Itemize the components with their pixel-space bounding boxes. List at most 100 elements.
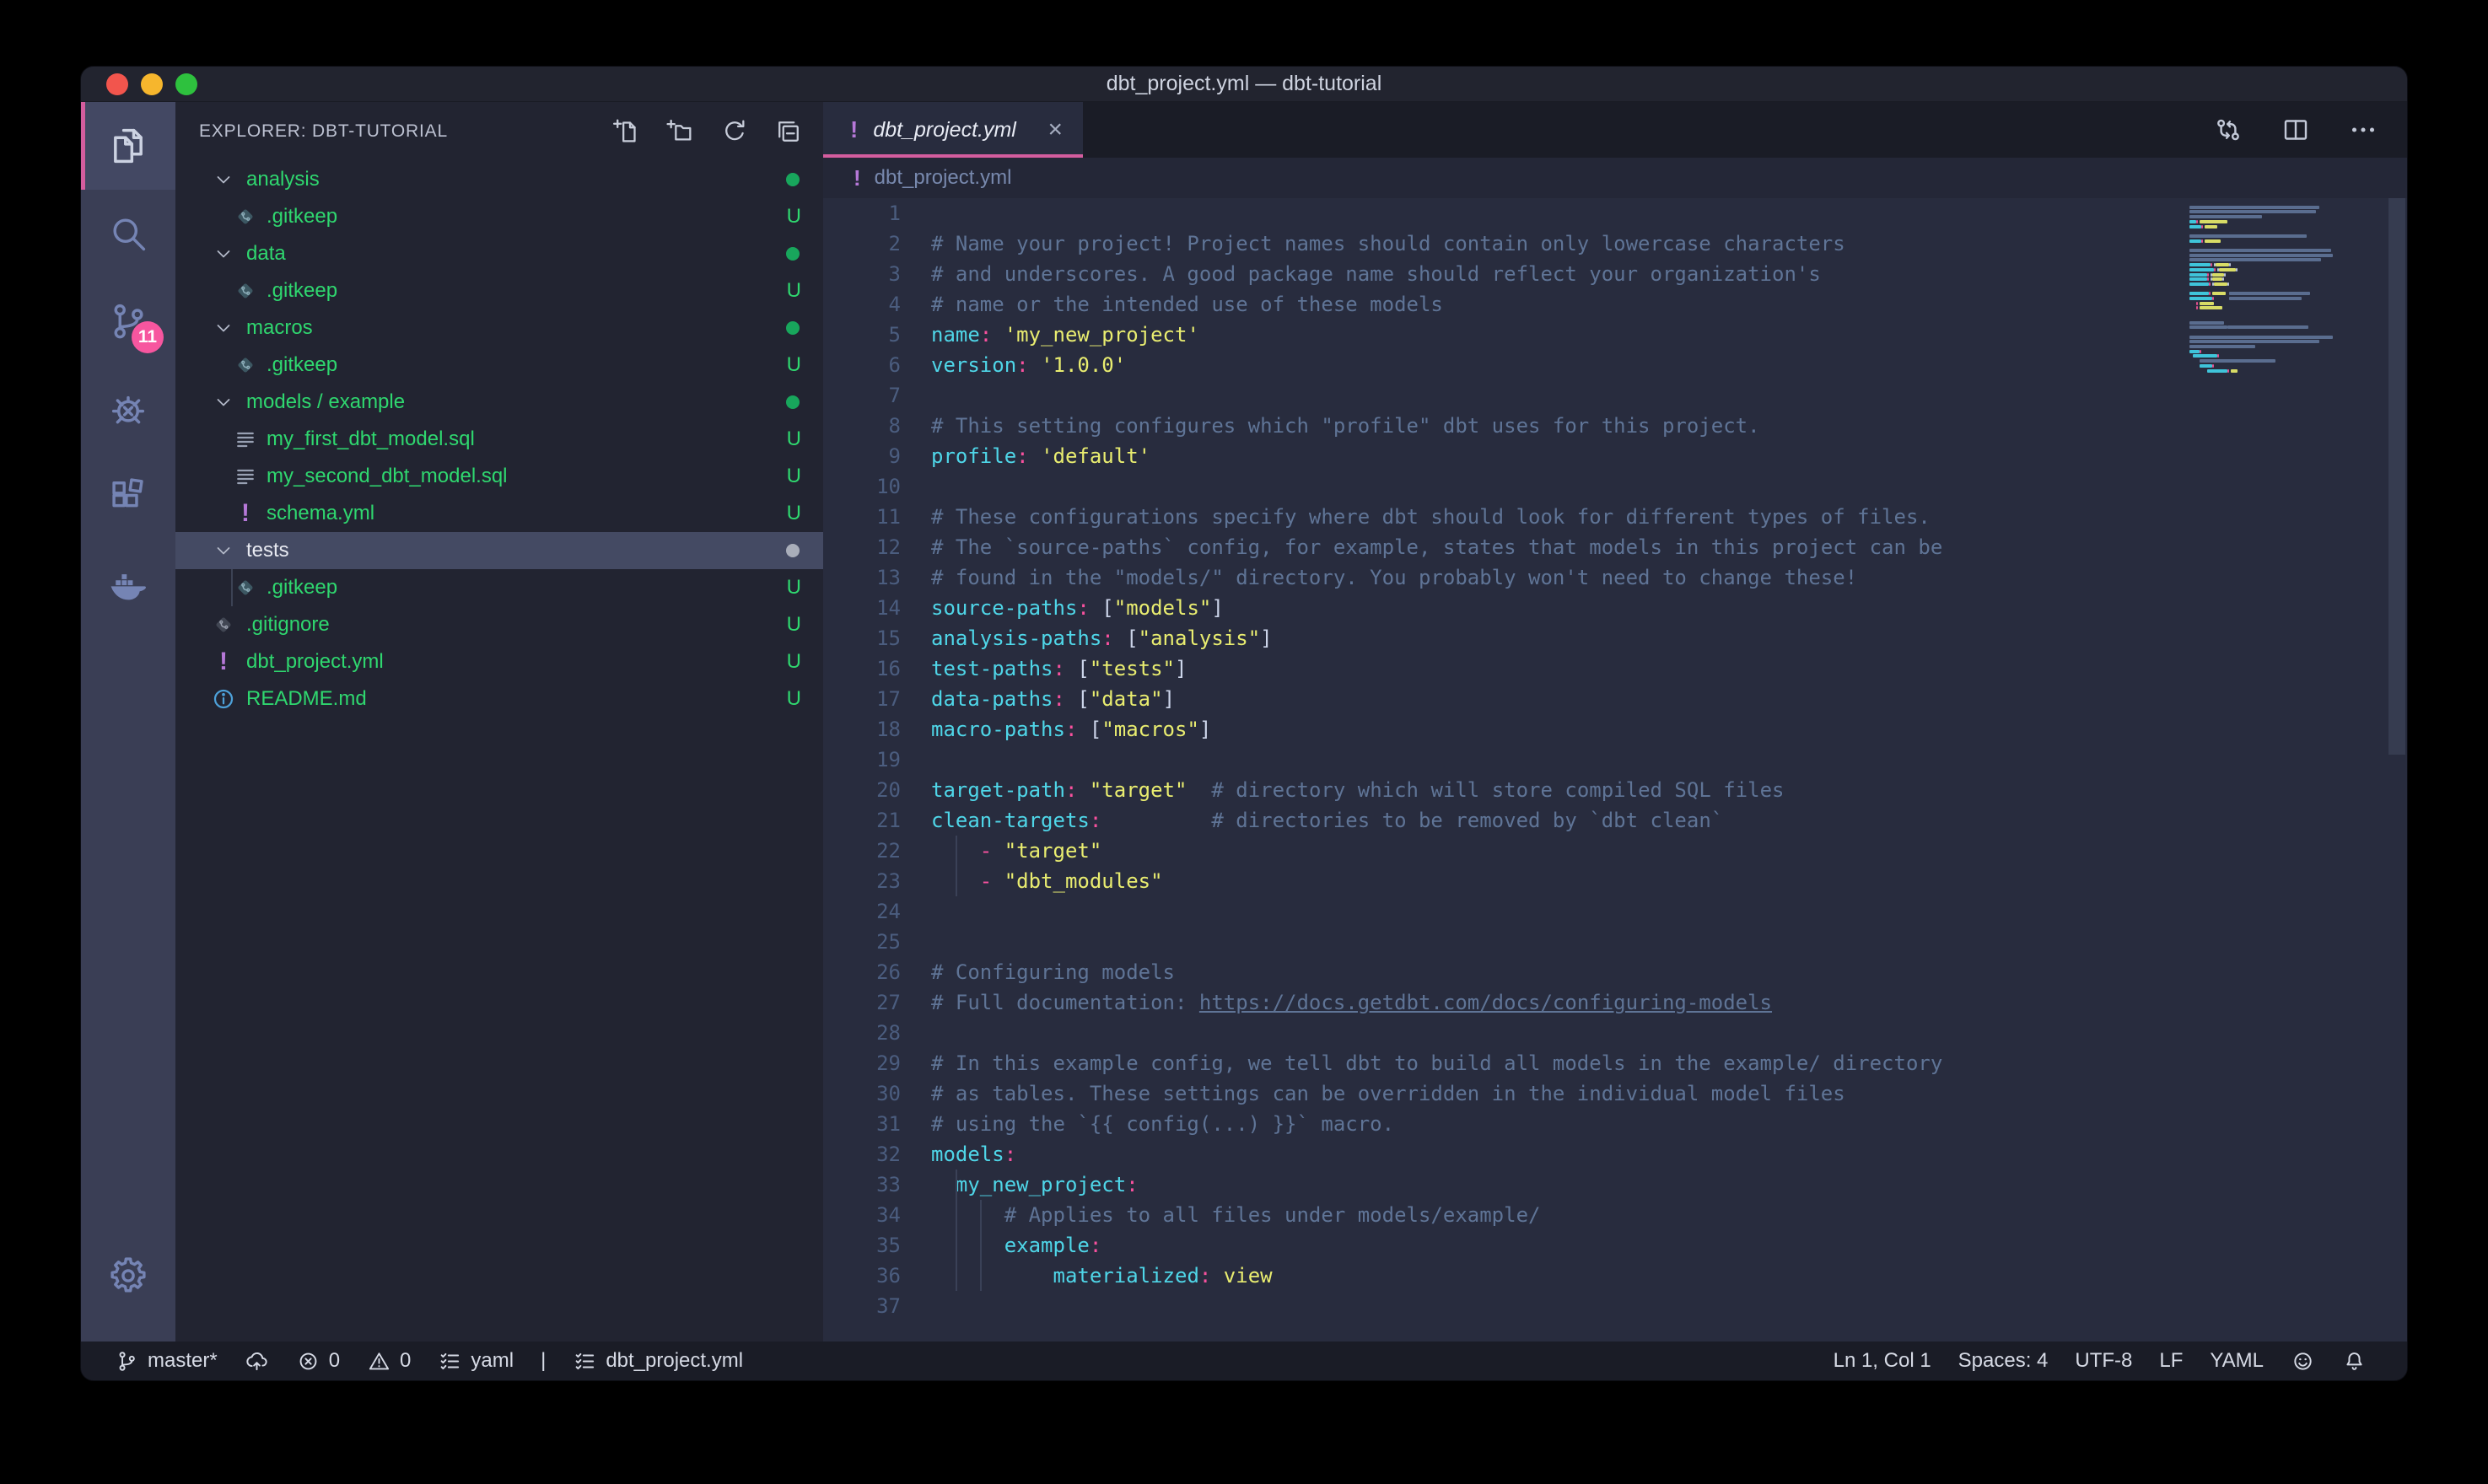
- close-window-button[interactable]: [106, 73, 128, 95]
- tree-item--gitignore[interactable]: .gitignoreU: [175, 606, 823, 643]
- status-language-mode[interactable]: YAML: [2210, 1349, 2264, 1373]
- code-editor[interactable]: 12# Name your project! Project names sho…: [823, 198, 2407, 1342]
- status-bar: master*00yaml|dbt_project.yml Ln 1, Col …: [81, 1342, 2407, 1380]
- minimap-line: [2209, 282, 2211, 286]
- more-button[interactable]: [2348, 115, 2378, 145]
- activity-item-explorer[interactable]: [81, 102, 175, 190]
- tree-item-analysis[interactable]: analysis: [175, 161, 823, 198]
- tree-item--gitkeep[interactable]: .gitkeepU: [175, 347, 823, 384]
- tree-item-schema-yml[interactable]: !schema.ymlU: [175, 495, 823, 532]
- status-errors[interactable]: 0: [296, 1349, 340, 1374]
- code-line-30: 30# as tables. These settings can be ove…: [823, 1078, 2407, 1109]
- breadcrumb-item-file[interactable]: dbt_project.yml: [875, 166, 1012, 190]
- line-number: 20: [823, 775, 901, 805]
- line-number: 6: [823, 350, 901, 380]
- activity-item-settings[interactable]: [81, 1232, 175, 1320]
- split-editor-button[interactable]: [2281, 115, 2311, 145]
- minimize-window-button[interactable]: [141, 73, 163, 95]
- git-untracked-badge: U: [787, 613, 801, 637]
- tree-item--gitkeep[interactable]: .gitkeepU: [175, 272, 823, 309]
- minimap-line: [2189, 234, 2307, 238]
- code-line-31: 31# using the `{{ config(...) }}` macro.: [823, 1109, 2407, 1139]
- line-number: 16: [823, 653, 901, 684]
- error-icon: [296, 1349, 320, 1374]
- status-eol[interactable]: LF: [2159, 1349, 2183, 1373]
- git-modified-dot: [786, 247, 800, 261]
- minimap-line: [2212, 297, 2214, 300]
- activity-item-debug[interactable]: [81, 365, 175, 453]
- zoom-window-button[interactable]: [175, 73, 197, 95]
- activity-item-extensions[interactable]: [81, 453, 175, 540]
- tree-item-models-example[interactable]: models / example: [175, 384, 823, 421]
- status-publish-changes[interactable]: [245, 1349, 269, 1374]
- code-token: [1090, 596, 1101, 620]
- code-line-37: 37: [823, 1291, 2407, 1321]
- new-file-button[interactable]: [612, 117, 641, 146]
- tree-item-label: schema.yml: [175, 502, 374, 525]
- minimap-line: [2189, 254, 2333, 257]
- tree-item--gitkeep[interactable]: .gitkeepU: [175, 569, 823, 606]
- status-label: Spaces: 4: [1958, 1349, 2049, 1373]
- status-yaml-outline[interactable]: yaml: [438, 1349, 514, 1374]
- tree-item-data[interactable]: data: [175, 235, 823, 272]
- code-token: "dbt_modules": [1004, 869, 1163, 893]
- status-cursor-position[interactable]: Ln 1, Col 1: [1834, 1349, 1931, 1373]
- code-token: ]: [1175, 657, 1187, 680]
- vscode-window: dbt_project.yml — dbt-tutorial 11 EXPLOR…: [80, 66, 2408, 1381]
- minimap-line: [2189, 225, 2201, 229]
- status-encoding[interactable]: UTF-8: [2075, 1349, 2132, 1373]
- tree-item-readme-md[interactable]: README.mdU: [175, 680, 823, 718]
- code-token: :: [1065, 718, 1077, 741]
- status-notifications[interactable]: [2342, 1349, 2367, 1374]
- checklist-icon: [573, 1349, 597, 1374]
- minimap-line: [2211, 263, 2212, 266]
- code-token: # directory which will store compiled SQ…: [1211, 778, 1784, 802]
- comment-link[interactable]: https://docs.getdbt.com/docs/configuring…: [1199, 991, 1772, 1014]
- tab-dbt-project-yml[interactable]: ! dbt_project.yml ×: [823, 102, 1083, 158]
- code-line-28: 28: [823, 1018, 2407, 1048]
- tab-close-icon[interactable]: ×: [1047, 117, 1063, 142]
- status-indentation[interactable]: Spaces: 4: [1958, 1349, 2049, 1373]
- code-token: :: [1016, 353, 1028, 377]
- code-token: # The `source-paths` config, for example…: [931, 535, 1942, 559]
- branch-icon: [115, 1349, 139, 1374]
- activity-item-search[interactable]: [81, 190, 175, 277]
- status-git-branch[interactable]: master*: [115, 1349, 218, 1374]
- code-token: "target": [1090, 778, 1187, 802]
- status-feedback[interactable]: [2291, 1349, 2315, 1374]
- minimap-line: [2200, 220, 2227, 223]
- code-line-15: 15analysis-paths: ["analysis"]: [823, 623, 2407, 653]
- code-line-5: 5name: 'my_new_project': [823, 320, 2407, 350]
- code-token: view: [1224, 1264, 1273, 1288]
- tree-item-dbt-project-yml[interactable]: !dbt_project.ymlU: [175, 643, 823, 680]
- tree-item-my-first-dbt-model-sql[interactable]: my_first_dbt_model.sqlU: [175, 421, 823, 458]
- code-token: :: [1065, 778, 1077, 802]
- indent-guide: [956, 836, 957, 896]
- line-number: 10: [823, 471, 901, 502]
- tree-item-macros[interactable]: macros: [175, 309, 823, 347]
- collapse-all-button[interactable]: [774, 117, 803, 146]
- minimap-line: [2200, 364, 2211, 368]
- code-token: # directories to be removed by `dbt clea…: [1211, 809, 1723, 832]
- code-line-33: 33 my_new_project:: [823, 1169, 2407, 1200]
- tree-item--gitkeep[interactable]: .gitkeepU: [175, 198, 823, 235]
- code-token: # These configurations specify where dbt…: [931, 505, 1931, 529]
- scrollbar-thumb[interactable]: [2388, 198, 2405, 755]
- status-file-outline[interactable]: dbt_project.yml: [573, 1349, 743, 1374]
- minimap-line: [2229, 297, 2302, 300]
- status-label: 0: [329, 1349, 340, 1373]
- status-warnings[interactable]: 0: [367, 1349, 411, 1374]
- breadcrumb: ! dbt_project.yml: [823, 158, 2407, 198]
- workbench: 11 EXPLORER: DBT-TUTORIAL analysis.gitke…: [81, 102, 2407, 1342]
- refresh-button[interactable]: [720, 117, 749, 146]
- tree-item-my-second-dbt-model-sql[interactable]: my_second_dbt_model.sqlU: [175, 458, 823, 495]
- new-folder-button[interactable]: [666, 117, 695, 146]
- tree-item-tests[interactable]: tests: [175, 532, 823, 569]
- open-changes-button[interactable]: [2213, 115, 2243, 145]
- info-file-icon: [211, 686, 236, 712]
- activity-item-docker[interactable]: [81, 540, 175, 628]
- activity-item-source-control[interactable]: 11: [81, 277, 175, 365]
- extensions-icon: [106, 475, 150, 519]
- minimap-line: [2219, 268, 2237, 272]
- code-token: "macros": [1101, 718, 1199, 741]
